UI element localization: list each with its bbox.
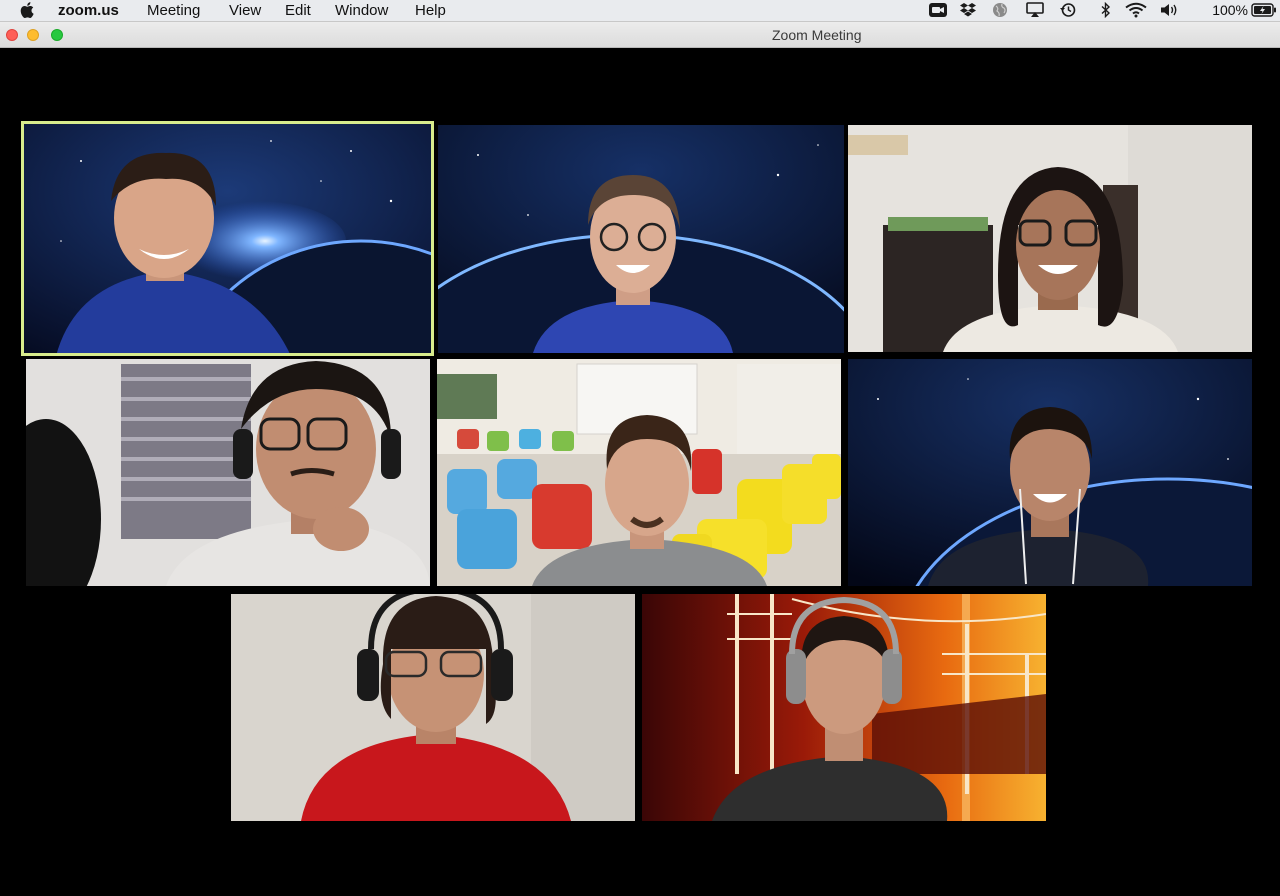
participant-video (231, 594, 635, 821)
participant-video (438, 125, 844, 353)
menu-app-name[interactable]: zoom.us (58, 1, 119, 20)
window-title-bar[interactable]: Zoom Meeting (0, 22, 1280, 48)
participant-video (21, 121, 434, 356)
participant-video (848, 125, 1252, 352)
participant-video (26, 359, 430, 586)
participant-video (437, 359, 841, 586)
window-title: Zoom Meeting (772, 27, 862, 43)
participant-video-tile[interactable] (438, 125, 844, 353)
battery-icon[interactable] (1251, 3, 1277, 17)
volume-icon[interactable] (1160, 2, 1180, 18)
participant-video-tile[interactable] (848, 359, 1252, 586)
airplay-icon[interactable] (1026, 2, 1044, 18)
dropbox-icon[interactable] (959, 2, 977, 18)
participant-video-tile[interactable] (848, 125, 1252, 352)
menu-window[interactable]: Window (335, 1, 388, 20)
video-gallery (0, 48, 1280, 896)
menu-help[interactable]: Help (415, 1, 446, 20)
menu-meeting[interactable]: Meeting (147, 1, 200, 20)
menu-view[interactable]: View (229, 1, 261, 20)
menu-bar: zoom.us Meeting View Edit Window Help 10… (0, 0, 1280, 22)
participant-video (642, 594, 1046, 821)
battery-percent: 100% (1212, 2, 1248, 18)
status-area: 100% (920, 0, 1280, 22)
participant-video (848, 359, 1252, 586)
apple-icon[interactable] (19, 0, 37, 20)
participant-video-tile[interactable] (437, 359, 841, 586)
menu-edit[interactable]: Edit (285, 1, 311, 20)
participant-video-tile[interactable] (21, 121, 434, 356)
zoom-camera-icon[interactable] (929, 2, 947, 18)
participant-video-tile[interactable] (231, 594, 635, 821)
participant-video-tile[interactable] (642, 594, 1046, 821)
globe-icon[interactable] (991, 2, 1009, 18)
participant-video-tile[interactable] (26, 359, 430, 586)
time-machine-icon[interactable] (1059, 2, 1077, 18)
bluetooth-icon[interactable] (1097, 2, 1115, 18)
wifi-icon[interactable] (1125, 2, 1147, 18)
